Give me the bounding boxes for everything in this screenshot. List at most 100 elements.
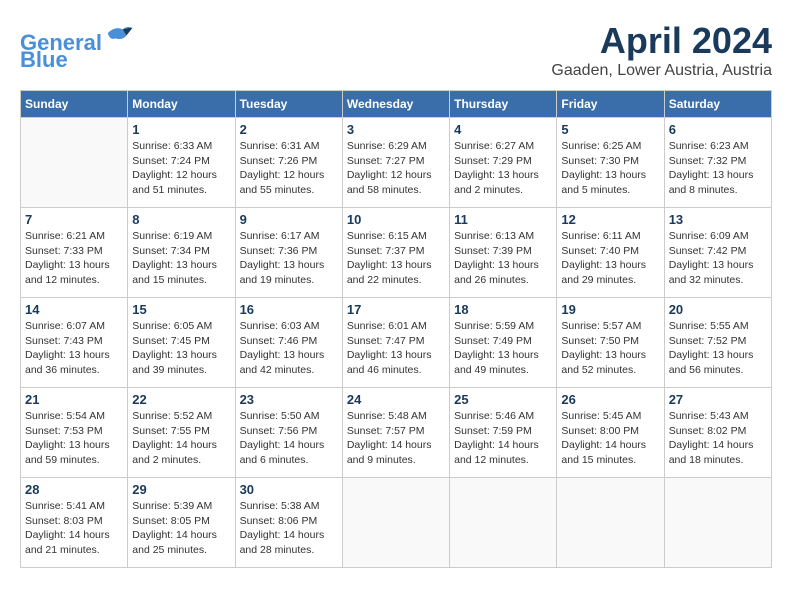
day-number: 26 <box>561 392 659 407</box>
calendar-week-2: 7 Sunrise: 6:21 AM Sunset: 7:33 PM Daylig… <box>21 208 772 298</box>
calendar-week-3: 14 Sunrise: 6:07 AM Sunset: 7:43 PM Dayli… <box>21 298 772 388</box>
day-info: Sunrise: 6:01 AM Sunset: 7:47 PM Dayligh… <box>347 319 445 378</box>
calendar-cell: 1 Sunrise: 6:33 AM Sunset: 7:24 PM Daylig… <box>128 118 235 208</box>
calendar-cell: 17Sunrise: 6:01 AM Sunset: 7:47 PM Dayli… <box>342 298 449 388</box>
day-info: Sunrise: 6:03 AM Sunset: 7:46 PM Dayligh… <box>240 319 338 378</box>
calendar-week-5: 28 Sunrise: 5:41 AM Sunset: 8:03 PM Dayli… <box>21 478 772 568</box>
logo: General Blue <box>20 20 134 73</box>
calendar-cell <box>342 478 449 568</box>
day-number: 14 <box>25 302 123 317</box>
day-info: Sunrise: 5:52 AM Sunset: 7:55 PM Dayligh… <box>132 409 230 468</box>
day-info: Sunrise: 6:09 AM Sunset: 7:42 PM Dayligh… <box>669 229 767 288</box>
location-title: Gaaden, Lower Austria, Austria <box>551 62 772 80</box>
calendar-cell: 13 Sunrise: 6:09 AM Sunset: 7:42 PM Dayli… <box>664 208 771 298</box>
day-info: Sunrise: 5:59 AM Sunset: 7:49 PM Dayligh… <box>454 319 552 378</box>
day-info: Sunrise: 5:43 AM Sunset: 8:02 PM Dayligh… <box>669 409 767 468</box>
day-info: Sunrise: 6:17 AM Sunset: 7:36 PM Dayligh… <box>240 229 338 288</box>
day-number: 6 <box>669 122 767 137</box>
calendar-cell: 12 Sunrise: 6:11 AM Sunset: 7:40 PM Dayli… <box>557 208 664 298</box>
calendar-week-1: 1 Sunrise: 6:33 AM Sunset: 7:24 PM Daylig… <box>21 118 772 208</box>
calendar-cell: 7 Sunrise: 6:21 AM Sunset: 7:33 PM Daylig… <box>21 208 128 298</box>
day-info: Sunrise: 5:39 AM Sunset: 8:05 PM Dayligh… <box>132 499 230 558</box>
day-number: 29 <box>132 482 230 497</box>
day-number: 7 <box>25 212 123 227</box>
calendar-cell: 21 Sunrise: 5:54 AM Sunset: 7:53 PM Dayli… <box>21 388 128 478</box>
day-number: 24 <box>347 392 445 407</box>
day-info: Sunrise: 6:19 AM Sunset: 7:34 PM Dayligh… <box>132 229 230 288</box>
day-number: 5 <box>561 122 659 137</box>
day-number: 8 <box>132 212 230 227</box>
day-info: Sunrise: 6:11 AM Sunset: 7:40 PM Dayligh… <box>561 229 659 288</box>
calendar-cell: 6 Sunrise: 6:23 AM Sunset: 7:32 PM Daylig… <box>664 118 771 208</box>
calendar-cell <box>21 118 128 208</box>
day-info: Sunrise: 5:48 AM Sunset: 7:57 PM Dayligh… <box>347 409 445 468</box>
calendar-cell: 8 Sunrise: 6:19 AM Sunset: 7:34 PM Daylig… <box>128 208 235 298</box>
calendar-cell: 3 Sunrise: 6:29 AM Sunset: 7:27 PM Daylig… <box>342 118 449 208</box>
day-info: Sunrise: 6:31 AM Sunset: 7:26 PM Dayligh… <box>240 139 338 198</box>
calendar-cell <box>450 478 557 568</box>
calendar-cell: 27 Sunrise: 5:43 AM Sunset: 8:02 PM Dayli… <box>664 388 771 478</box>
title-area: April 2024 Gaaden, Lower Austria, Austri… <box>551 20 772 80</box>
day-number: 30 <box>240 482 338 497</box>
calendar-cell: 26 Sunrise: 5:45 AM Sunset: 8:00 PM Dayli… <box>557 388 664 478</box>
day-number: 13 <box>669 212 767 227</box>
weekday-header-thursday: Thursday <box>450 91 557 118</box>
page-header: General Blue April 2024 Gaaden, Lower Au… <box>20 20 772 80</box>
day-info: Sunrise: 6:25 AM Sunset: 7:30 PM Dayligh… <box>561 139 659 198</box>
day-number: 28 <box>25 482 123 497</box>
day-info: Sunrise: 6:27 AM Sunset: 7:29 PM Dayligh… <box>454 139 552 198</box>
day-number: 22 <box>132 392 230 407</box>
day-number: 2 <box>240 122 338 137</box>
day-number: 12 <box>561 212 659 227</box>
calendar-cell <box>664 478 771 568</box>
day-info: Sunrise: 5:54 AM Sunset: 7:53 PM Dayligh… <box>25 409 123 468</box>
calendar-table: SundayMondayTuesdayWednesdayThursdayFrid… <box>20 90 772 568</box>
day-number: 3 <box>347 122 445 137</box>
weekday-header-sunday: Sunday <box>21 91 128 118</box>
day-number: 16 <box>240 302 338 317</box>
calendar-cell: 19Sunrise: 5:57 AM Sunset: 7:50 PM Dayli… <box>557 298 664 388</box>
day-info: Sunrise: 6:13 AM Sunset: 7:39 PM Dayligh… <box>454 229 552 288</box>
day-info: Sunrise: 6:29 AM Sunset: 7:27 PM Dayligh… <box>347 139 445 198</box>
day-info: Sunrise: 6:07 AM Sunset: 7:43 PM Dayligh… <box>25 319 123 378</box>
weekday-header-tuesday: Tuesday <box>235 91 342 118</box>
calendar-cell: 2 Sunrise: 6:31 AM Sunset: 7:26 PM Daylig… <box>235 118 342 208</box>
day-number: 21 <box>25 392 123 407</box>
day-number: 9 <box>240 212 338 227</box>
weekday-header-friday: Friday <box>557 91 664 118</box>
calendar-cell: 29 Sunrise: 5:39 AM Sunset: 8:05 PM Dayli… <box>128 478 235 568</box>
day-number: 11 <box>454 212 552 227</box>
calendar-cell: 11 Sunrise: 6:13 AM Sunset: 7:39 PM Dayli… <box>450 208 557 298</box>
day-info: Sunrise: 6:23 AM Sunset: 7:32 PM Dayligh… <box>669 139 767 198</box>
weekday-header-row: SundayMondayTuesdayWednesdayThursdayFrid… <box>21 91 772 118</box>
calendar-cell: 16 Sunrise: 6:03 AM Sunset: 7:46 PM Dayli… <box>235 298 342 388</box>
day-info: Sunrise: 6:15 AM Sunset: 7:37 PM Dayligh… <box>347 229 445 288</box>
day-number: 1 <box>132 122 230 137</box>
calendar-cell: 10Sunrise: 6:15 AM Sunset: 7:37 PM Dayli… <box>342 208 449 298</box>
calendar-cell: 9 Sunrise: 6:17 AM Sunset: 7:36 PM Daylig… <box>235 208 342 298</box>
day-info: Sunrise: 5:45 AM Sunset: 8:00 PM Dayligh… <box>561 409 659 468</box>
day-info: Sunrise: 5:41 AM Sunset: 8:03 PM Dayligh… <box>25 499 123 558</box>
weekday-header-wednesday: Wednesday <box>342 91 449 118</box>
day-info: Sunrise: 6:33 AM Sunset: 7:24 PM Dayligh… <box>132 139 230 198</box>
day-info: Sunrise: 5:55 AM Sunset: 7:52 PM Dayligh… <box>669 319 767 378</box>
calendar-cell: 14 Sunrise: 6:07 AM Sunset: 7:43 PM Dayli… <box>21 298 128 388</box>
month-title: April 2024 <box>551 20 772 62</box>
calendar-cell: 22 Sunrise: 5:52 AM Sunset: 7:55 PM Dayli… <box>128 388 235 478</box>
day-info: Sunrise: 5:57 AM Sunset: 7:50 PM Dayligh… <box>561 319 659 378</box>
day-number: 27 <box>669 392 767 407</box>
day-info: Sunrise: 6:21 AM Sunset: 7:33 PM Dayligh… <box>25 229 123 288</box>
day-info: Sunrise: 5:38 AM Sunset: 8:06 PM Dayligh… <box>240 499 338 558</box>
calendar-cell: 5 Sunrise: 6:25 AM Sunset: 7:30 PM Daylig… <box>557 118 664 208</box>
day-info: Sunrise: 5:46 AM Sunset: 7:59 PM Dayligh… <box>454 409 552 468</box>
day-info: Sunrise: 5:50 AM Sunset: 7:56 PM Dayligh… <box>240 409 338 468</box>
calendar-cell: 4Sunrise: 6:27 AM Sunset: 7:29 PM Daylig… <box>450 118 557 208</box>
weekday-header-saturday: Saturday <box>664 91 771 118</box>
calendar-cell: 24 Sunrise: 5:48 AM Sunset: 7:57 PM Dayli… <box>342 388 449 478</box>
calendar-cell: 28 Sunrise: 5:41 AM Sunset: 8:03 PM Dayli… <box>21 478 128 568</box>
calendar-cell: 18Sunrise: 5:59 AM Sunset: 7:49 PM Dayli… <box>450 298 557 388</box>
day-number: 23 <box>240 392 338 407</box>
weekday-header-monday: Monday <box>128 91 235 118</box>
calendar-cell: 20Sunrise: 5:55 AM Sunset: 7:52 PM Dayli… <box>664 298 771 388</box>
day-info: Sunrise: 6:05 AM Sunset: 7:45 PM Dayligh… <box>132 319 230 378</box>
